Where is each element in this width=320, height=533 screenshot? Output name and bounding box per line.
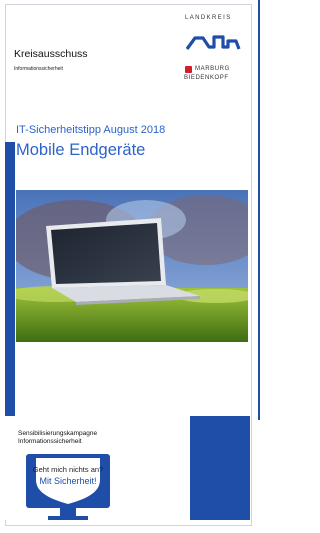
badge-text-line2: Mit Sicherheit! <box>39 476 97 486</box>
tipp-title: IT-Sicherheitstipp August 2018 <box>16 124 166 136</box>
campaign-badge: Geht mich nichts an? Mit Sicherheit! <box>22 450 117 528</box>
laptop-photo-illustration <box>16 190 248 342</box>
campaign-text: Sensibilisierungskampagne Informationssi… <box>18 430 97 446</box>
campaign-line1: Sensibilisierungskampagne <box>18 430 98 437</box>
left-accent-bar <box>5 142 15 417</box>
monitor-shield-icon <box>26 454 110 520</box>
logo-text-biedenkopf: BIEDENKOPF <box>184 75 229 81</box>
right-accent-edge <box>258 0 260 420</box>
logo-red-square <box>185 66 192 73</box>
landkreis-logo: LANDKREIS MARBURG BIEDENKOPF <box>181 9 243 99</box>
header-title: Kreisausschuss <box>14 48 88 60</box>
campaign-line2: Informationssicherheit <box>18 438 82 445</box>
laptop-photo <box>16 190 248 342</box>
logo-text-landkreis: LANDKREIS <box>185 15 232 21</box>
back-cover-blue <box>190 416 250 520</box>
tipp-subtitle: Mobile Endgeräte <box>16 141 146 159</box>
badge-text-line1: Geht mich nichts an? <box>32 465 104 474</box>
logo-text-marburg: MARBURG <box>195 66 230 72</box>
header-subtitle: Informationssicherheit <box>14 66 63 72</box>
skyline-icon <box>185 35 241 50</box>
